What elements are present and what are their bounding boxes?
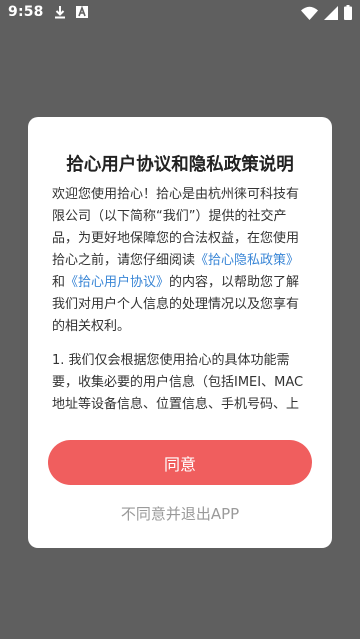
status-bar: 9:58 [0, 0, 360, 26]
dialog-title: 拾心用户协议和隐私政策说明 [66, 155, 294, 175]
clause-1: 1. 我们仅会根据您使用拾心的具体功能需要，收集必要的用户信息（包括IMEI、M… [52, 353, 304, 412]
wifi-icon [301, 6, 318, 20]
download-icon [54, 5, 66, 19]
signal-icon [324, 5, 338, 20]
agree-button[interactable]: 同意 [48, 440, 312, 485]
agreement-dialog: 拾心用户协议和隐私政策说明 欢迎您使用拾心！拾心是由杭州徕可科技有限公司（以下简… [28, 117, 332, 548]
status-right [301, 5, 352, 20]
user-agreement-link[interactable]: 《拾心用户协议》 [65, 275, 169, 290]
intro-paragraph: 欢迎您使用拾心！拾心是由杭州徕可科技有限公司（以下简称“我们”）提供的社交产品，… [52, 184, 310, 338]
and-text: 和 [52, 275, 66, 290]
privacy-policy-link[interactable]: 《拾心隐私政策》 [195, 253, 299, 268]
battery-icon [344, 5, 352, 20]
font-a-icon [75, 6, 88, 18]
disagree-exit-button[interactable]: 不同意并退出APP [28, 503, 332, 524]
status-left: 9:58 [8, 4, 88, 20]
agreement-content[interactable]: 欢迎您使用拾心！拾心是由杭州徕可科技有限公司（以下简称“我们”）提供的社交产品，… [52, 184, 310, 420]
status-time: 9:58 [8, 4, 44, 20]
